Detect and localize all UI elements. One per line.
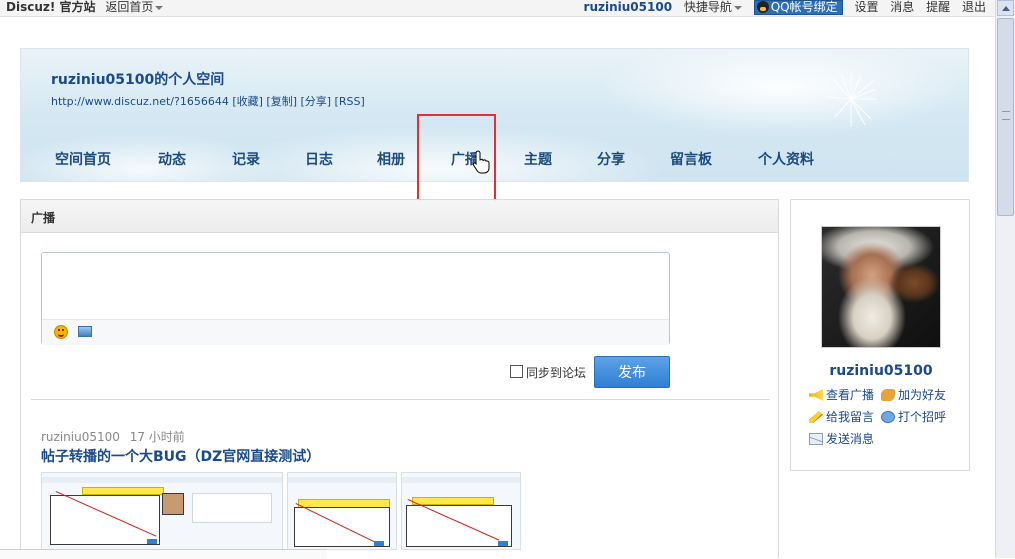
composer-toolbar — [42, 319, 669, 345]
nav-blog[interactable]: 日志 — [305, 149, 333, 169]
nav-guestbook[interactable]: 留言板 — [670, 149, 712, 169]
sync-to-forum-option[interactable]: 同步到论坛 — [510, 364, 586, 381]
username-link[interactable]: ruziniu05100 — [584, 0, 673, 14]
profile-username[interactable]: ruziniu05100 — [791, 363, 971, 379]
add-friend-icon — [881, 389, 895, 401]
nav-space-home[interactable]: 空间首页 — [55, 149, 111, 169]
sync-checkbox[interactable] — [510, 365, 523, 378]
dandelion-decoration — [826, 73, 877, 127]
thumb-decoration — [82, 487, 164, 495]
nav-topics[interactable]: 主题 — [524, 149, 552, 169]
sync-label: 同步到论坛 — [526, 366, 587, 380]
post-thumbnail[interactable] — [287, 472, 397, 550]
smiley-icon[interactable] — [54, 325, 68, 339]
view-broadcast-link[interactable]: 查看广播 — [809, 386, 874, 403]
mail-icon — [809, 433, 823, 445]
thumb-decoration — [498, 541, 508, 546]
nav-activity[interactable]: 动态 — [158, 149, 186, 169]
quick-nav-label: 快捷导航 — [683, 0, 732, 14]
top-bar: Discuz! 官方站 返回首页 ruziniu05100 快捷导航 QQ帐号绑… — [0, 0, 996, 17]
thumb-decoration — [406, 505, 512, 547]
space-url[interactable]: http://www.discuz.net/?1656644 [收藏] [复制]… — [51, 93, 365, 109]
reminders-link[interactable]: 提醒 — [926, 0, 950, 14]
space-title[interactable]: ruziniu05100的个人空间 — [51, 69, 224, 89]
post-title-link[interactable]: 帖子转播的一个大BUG（DZ官网直接测试） — [41, 446, 320, 466]
nav-album[interactable]: 相册 — [377, 149, 405, 169]
topbar-right: ruziniu05100 快捷导航 QQ帐号绑定 设置 消息 提醒 退出 — [584, 0, 986, 15]
thumb-decoration — [192, 493, 272, 523]
messages-link[interactable]: 消息 — [890, 0, 914, 14]
nav-profile[interactable]: 个人资料 — [758, 149, 814, 169]
chevron-down-icon — [733, 5, 742, 10]
megaphone-icon — [809, 389, 823, 401]
greeting-icon — [881, 411, 895, 423]
post-meta: ruziniu05100 17 小时前 — [41, 428, 185, 445]
broadcast-panel: 广播 同步到论坛 发布 ruziniu05100 17 小时前 帖子转播的一个大… — [20, 199, 779, 558]
thumb-decoration — [147, 539, 157, 544]
thumb-decoration — [412, 497, 494, 505]
add-friend-link[interactable]: 加为好友 — [881, 386, 946, 403]
pencil-icon — [809, 411, 823, 423]
logout-link[interactable]: 退出 — [962, 0, 986, 14]
panel-header: 广播 — [21, 200, 778, 233]
divider — [31, 399, 770, 400]
say-hello-link[interactable]: 打个招呼 — [881, 408, 946, 425]
chevron-down-icon — [155, 5, 164, 10]
thumb-decoration — [162, 493, 184, 515]
nav-share[interactable]: 分享 — [597, 149, 625, 169]
avatar[interactable] — [821, 226, 941, 348]
post-thumbnail[interactable] — [41, 472, 283, 550]
thumb-decoration — [374, 541, 384, 546]
say-hello-label: 打个招呼 — [898, 410, 947, 424]
nav-records[interactable]: 记录 — [232, 149, 260, 169]
leave-message-link[interactable]: 给我留言 — [809, 408, 874, 425]
panel-title: 广播 — [31, 211, 56, 225]
qq-bind-label: QQ帐号绑定 — [770, 0, 838, 14]
leave-message-label: 给我留言 — [826, 410, 875, 424]
vertical-scrollbar[interactable] — [995, 0, 1015, 558]
quick-nav-menu[interactable]: 快捷导航 — [684, 0, 742, 14]
image-icon[interactable] — [78, 326, 92, 337]
thumb-decoration — [402, 477, 520, 483]
back-home-label: 返回首页 — [105, 0, 154, 14]
site-link[interactable]: Discuz! 官方站 — [6, 0, 96, 14]
scrollbar-thumb[interactable] — [997, 18, 1014, 216]
thumb-decoration — [50, 495, 160, 545]
view-broadcast-label: 查看广播 — [826, 388, 875, 402]
thumb-decoration — [42, 477, 282, 483]
hand-cursor-icon — [472, 150, 490, 174]
post-time: 17 小时前 — [129, 430, 185, 444]
post-author-link[interactable]: ruziniu05100 — [41, 430, 120, 444]
post-thumbnail[interactable] — [401, 472, 521, 550]
send-message-link[interactable]: 发送消息 — [809, 430, 874, 447]
broadcast-input[interactable] — [42, 253, 673, 321]
profile-card: ruziniu05100 查看广播 加为好友 给我留言 打个招呼 发送消息 — [790, 199, 970, 471]
topbar-left: Discuz! 官方站 返回首页 — [6, 0, 164, 14]
send-message-label: 发送消息 — [826, 432, 875, 446]
scroll-up-button[interactable] — [997, 0, 1014, 16]
qq-penguin-icon — [756, 1, 769, 13]
thumb-decoration — [288, 477, 396, 483]
add-friend-label: 加为好友 — [898, 388, 947, 402]
publish-button[interactable]: 发布 — [594, 356, 670, 388]
settings-link[interactable]: 设置 — [854, 0, 878, 14]
back-home-link[interactable]: 返回首页 — [105, 0, 164, 14]
broadcast-composer — [41, 252, 673, 345]
qq-bind-button[interactable]: QQ帐号绑定 — [753, 0, 843, 15]
